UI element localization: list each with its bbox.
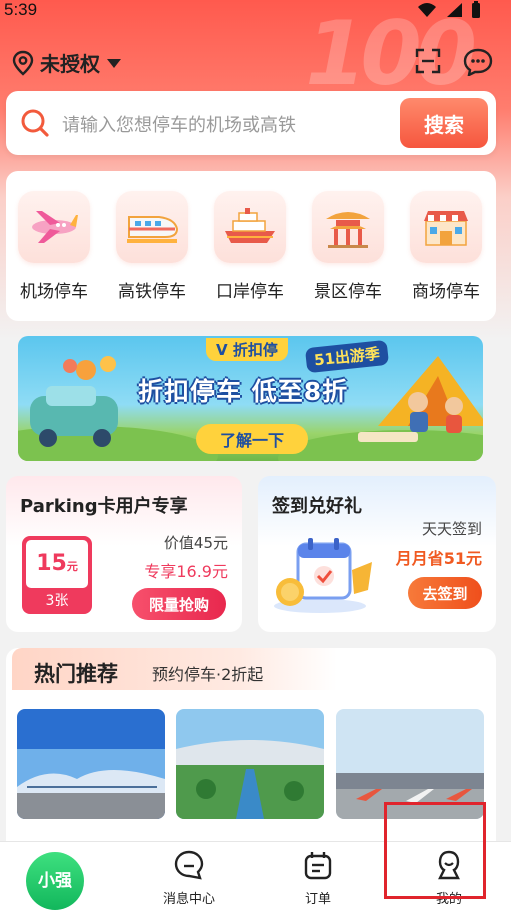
chat-bubble-icon: [174, 850, 204, 880]
coupon-count: 3张: [45, 593, 69, 609]
exclusive-price-text: 专享16.9元: [144, 562, 228, 581]
coupon-value: 15元: [26, 540, 88, 588]
recommend-card-2[interactable]: [176, 709, 324, 819]
category-label: 机场停车: [20, 282, 88, 302]
order-list-icon: [304, 852, 332, 880]
search-bar: 请输入您想停车的机场或高铁 搜索: [6, 91, 496, 155]
location-label: 未授权: [40, 52, 100, 76]
daily-checkin-text: 天天签到: [421, 520, 482, 538]
card-title: 签到兑好礼: [272, 496, 362, 517]
wifi-icon: [418, 3, 436, 17]
search-icon: [21, 109, 49, 137]
category-label: 高铁停车: [118, 282, 186, 302]
parking-card-promo[interactable]: Parking卡用户专享 15元 3张 价值45元 专享16.9元 限量抢购: [6, 476, 242, 632]
location-pin-icon: [12, 50, 34, 76]
status-time: 5:39: [4, 0, 38, 19]
hot-header: 热门推荐 预约停车·2折起: [12, 648, 337, 690]
header-actions: [415, 48, 493, 76]
card-title: Parking卡用户专享: [20, 496, 188, 517]
status-icons: [417, 1, 481, 19]
highlight-annotation-box: [384, 802, 486, 899]
category-airport[interactable]: 机场停车: [12, 191, 96, 302]
coupon-ticket: 15元 3张: [22, 536, 92, 614]
tab-label: 订单: [304, 892, 331, 907]
category-scenic[interactable]: 景区停车: [306, 191, 390, 302]
checkin-button[interactable]: 去签到: [408, 577, 482, 609]
category-grid: 机场停车 高铁停车 口岸停车 景区停车 商场停车: [6, 171, 496, 321]
message-bubble-icon[interactable]: [463, 48, 493, 76]
mall-icon: [410, 191, 482, 263]
limited-buy-button[interactable]: 限量抢购: [132, 588, 226, 620]
hot-title: 热门推荐: [34, 662, 118, 686]
airplane-icon: [18, 191, 90, 263]
location-selector[interactable]: 未授权: [12, 48, 122, 77]
signal-icon: [447, 3, 462, 17]
search-input[interactable]: 请输入您想停车的机场或高铁: [62, 111, 296, 137]
tab-messages[interactable]: 消息中心: [144, 850, 234, 907]
category-port[interactable]: 口岸停车: [208, 191, 292, 302]
scan-icon[interactable]: [415, 48, 441, 74]
checkin-card[interactable]: 签到兑好礼 天天签到 月月省51元 去签到: [258, 476, 496, 632]
learn-more-button[interactable]: 了解一下: [196, 424, 308, 454]
promo-banner[interactable]: V 折扣停 51出游季 折扣停车 低至8折 了解一下: [18, 336, 483, 461]
category-train[interactable]: 高铁停车: [110, 191, 194, 302]
recommend-card-1[interactable]: [17, 709, 165, 819]
caret-down-icon: [107, 58, 121, 68]
pavilion-icon: [312, 191, 384, 263]
battery-icon: [472, 1, 480, 18]
train-icon: [116, 191, 188, 263]
hot-subtitle: 预约停车·2折起: [152, 665, 264, 684]
tab-home-assistant[interactable]: 小强: [26, 852, 84, 910]
ship-icon: [214, 191, 286, 263]
airport-terminal-image: [17, 709, 165, 819]
category-label: 商场停车: [412, 282, 480, 302]
category-label: 口岸停车: [216, 282, 284, 302]
tab-label: 消息中心: [162, 892, 215, 907]
banner-tag: V 折扣停: [206, 338, 288, 361]
train-station-image: [176, 709, 324, 819]
original-value-text: 价值45元: [163, 534, 228, 552]
banner-title: 折扣停车 低至8折: [138, 377, 349, 406]
calendar-coins-icon: [274, 538, 372, 613]
category-mall[interactable]: 商场停车: [404, 191, 488, 302]
category-label: 景区停车: [314, 282, 382, 302]
status-bar: 5:39: [0, 0, 511, 24]
search-button[interactable]: 搜索: [400, 98, 488, 148]
monthly-save-text: 月月省51元: [395, 549, 482, 568]
tab-orders[interactable]: 订单: [273, 850, 363, 907]
